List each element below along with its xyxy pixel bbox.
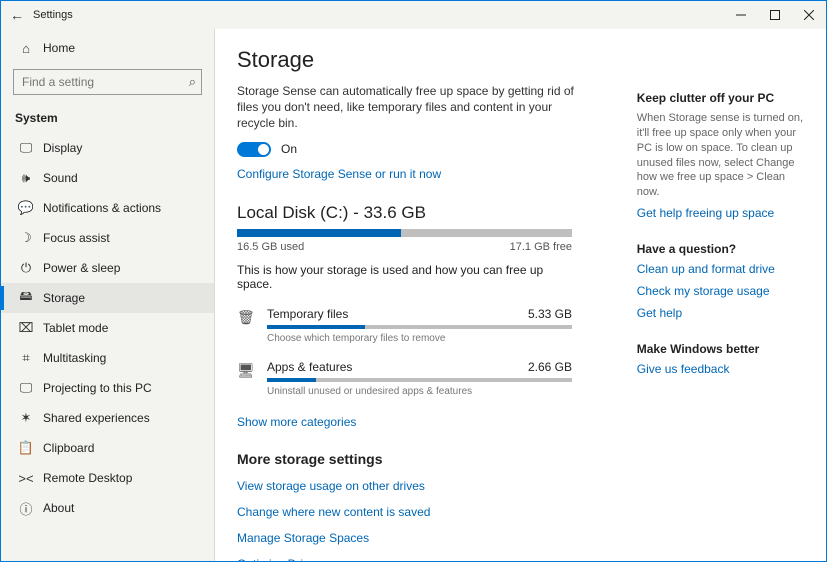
notifications-icon: 💬 [15, 200, 37, 216]
storage-sense-toggle[interactable] [237, 142, 271, 157]
tip-text: When Storage sense is turned on, it'll f… [637, 111, 804, 200]
tablet-icon: ⌧ [15, 320, 37, 336]
window-title: Settings [33, 9, 73, 21]
clipboard-icon: 📋 [15, 440, 37, 456]
sidebar-item-label: Tablet mode [43, 321, 108, 335]
category-sub: Uninstall unused or undesired apps & fea… [267, 386, 572, 397]
sidebar-item-home[interactable]: ⌂ Home [1, 33, 214, 63]
sidebar-item-about[interactable]: ⓘ About [1, 493, 214, 523]
disk-hint: This is how your storage is used and how… [237, 263, 581, 291]
focus-icon: ☽ [15, 230, 37, 246]
help-link[interactable]: Get help [637, 306, 804, 320]
toggle-label: On [281, 142, 297, 156]
titlebar: ← Settings [1, 1, 826, 29]
multitask-icon: ⌗ [15, 350, 37, 366]
sidebar-item-label: Focus assist [43, 231, 110, 245]
search-container: ⌕ [13, 69, 202, 95]
page-title: Storage [237, 47, 581, 73]
sidebar-item-shared-experiences[interactable]: ✶ Shared experiences [1, 403, 214, 433]
display-icon: 🖵 [15, 140, 37, 156]
home-icon: ⌂ [15, 41, 37, 56]
sidebar-item-label: Storage [43, 291, 85, 305]
close-button[interactable] [792, 1, 826, 29]
sidebar-home-label: Home [43, 41, 75, 55]
about-icon: ⓘ [15, 499, 37, 518]
sidebar-item-display[interactable]: 🖵 Display [1, 133, 214, 163]
tip-link[interactable]: Get help freeing up space [637, 206, 804, 220]
sidebar-item-label: Projecting to this PC [43, 381, 152, 395]
maximize-button[interactable] [758, 1, 792, 29]
category-size: 5.33 GB [528, 307, 572, 321]
disk-used-label: 16.5 GB used [237, 241, 304, 253]
sidebar-item-tablet-mode[interactable]: ⌧ Tablet mode [1, 313, 214, 343]
sidebar-item-label: Sound [43, 171, 78, 185]
category-bar [267, 378, 572, 382]
back-button[interactable]: ← [1, 7, 33, 23]
sidebar-item-label: Multitasking [43, 351, 106, 365]
sidebar-item-sound[interactable]: 🕪 Sound [1, 163, 214, 193]
projecting-icon: 🖵 [15, 380, 37, 396]
trash-icon: 🗑 [237, 307, 257, 344]
apps-icon: 🖥 [237, 360, 257, 397]
sidebar-item-storage[interactable]: 🖴 Storage [1, 283, 214, 313]
shared-icon: ✶ [15, 410, 37, 426]
sidebar-item-label: Power & sleep [43, 261, 120, 275]
remote-icon: >< [15, 471, 37, 486]
category-name: Temporary files [267, 307, 348, 321]
sidebar-item-notifications-actions[interactable]: 💬 Notifications & actions [1, 193, 214, 223]
category-name: Apps & features [267, 360, 352, 374]
storage-icon: 🖴 [15, 287, 37, 309]
sidebar-item-power-sleep[interactable]: ⏻ Power & sleep [1, 253, 214, 283]
sidebar-item-label: Shared experiences [43, 411, 150, 425]
sidebar-item-focus-assist[interactable]: ☽ Focus assist [1, 223, 214, 253]
sense-description: Storage Sense can automatically free up … [237, 83, 577, 132]
sidebar-item-projecting-to-this-pc[interactable]: 🖵 Projecting to this PC [1, 373, 214, 403]
power-icon: ⏻ [15, 260, 37, 276]
sidebar-item-multitasking[interactable]: ⌗ Multitasking [1, 343, 214, 373]
help-link[interactable]: Check my storage usage [637, 284, 804, 298]
question-heading: Have a question? [637, 242, 804, 256]
sidebar-item-clipboard[interactable]: 📋 Clipboard [1, 433, 214, 463]
disk-usage-bar [237, 229, 572, 237]
category-bar [267, 325, 572, 329]
sidebar-item-label: Notifications & actions [43, 201, 161, 215]
sidebar-item-label: About [43, 501, 74, 515]
sidebar-item-label: Clipboard [43, 441, 94, 455]
sound-icon: 🕪 [15, 170, 37, 186]
category-row[interactable]: 🖥 Apps & features 2.66 GB Uninstall unused … [237, 360, 572, 397]
more-link[interactable]: View storage usage on other drives [237, 479, 581, 493]
sidebar: ⌂ Home ⌕ System 🖵 Display 🕪 Sound 💬 Notificat… [1, 29, 215, 561]
disk-free-label: 17.1 GB free [510, 241, 572, 253]
category-row[interactable]: 🗑 Temporary files 5.33 GB Choose which temp… [237, 307, 572, 344]
more-link[interactable]: Optimize Drives [237, 557, 581, 561]
more-link[interactable]: Manage Storage Spaces [237, 531, 581, 545]
search-icon: ⌕ [189, 74, 196, 90]
tip-heading: Keep clutter off your PC [637, 91, 804, 105]
more-link[interactable]: Change where new content is saved [237, 505, 581, 519]
feedback-heading: Make Windows better [637, 342, 804, 356]
sidebar-item-remote-desktop[interactable]: >< Remote Desktop [1, 463, 214, 493]
category-sub: Choose which temporary files to remove [267, 333, 572, 344]
feedback-link[interactable]: Give us feedback [637, 362, 804, 376]
sidebar-group-head: System [1, 107, 214, 133]
disk-title: Local Disk (C:) - 33.6 GB [237, 203, 581, 223]
minimize-button[interactable] [724, 1, 758, 29]
search-input[interactable] [13, 69, 202, 95]
show-more-categories-link[interactable]: Show more categories [237, 415, 581, 429]
sidebar-item-label: Remote Desktop [43, 471, 132, 485]
configure-sense-link[interactable]: Configure Storage Sense or run it now [237, 167, 581, 181]
more-settings-heading: More storage settings [237, 451, 581, 467]
category-size: 2.66 GB [528, 360, 572, 374]
sidebar-item-label: Display [43, 141, 82, 155]
help-link[interactable]: Clean up and format drive [637, 262, 804, 276]
